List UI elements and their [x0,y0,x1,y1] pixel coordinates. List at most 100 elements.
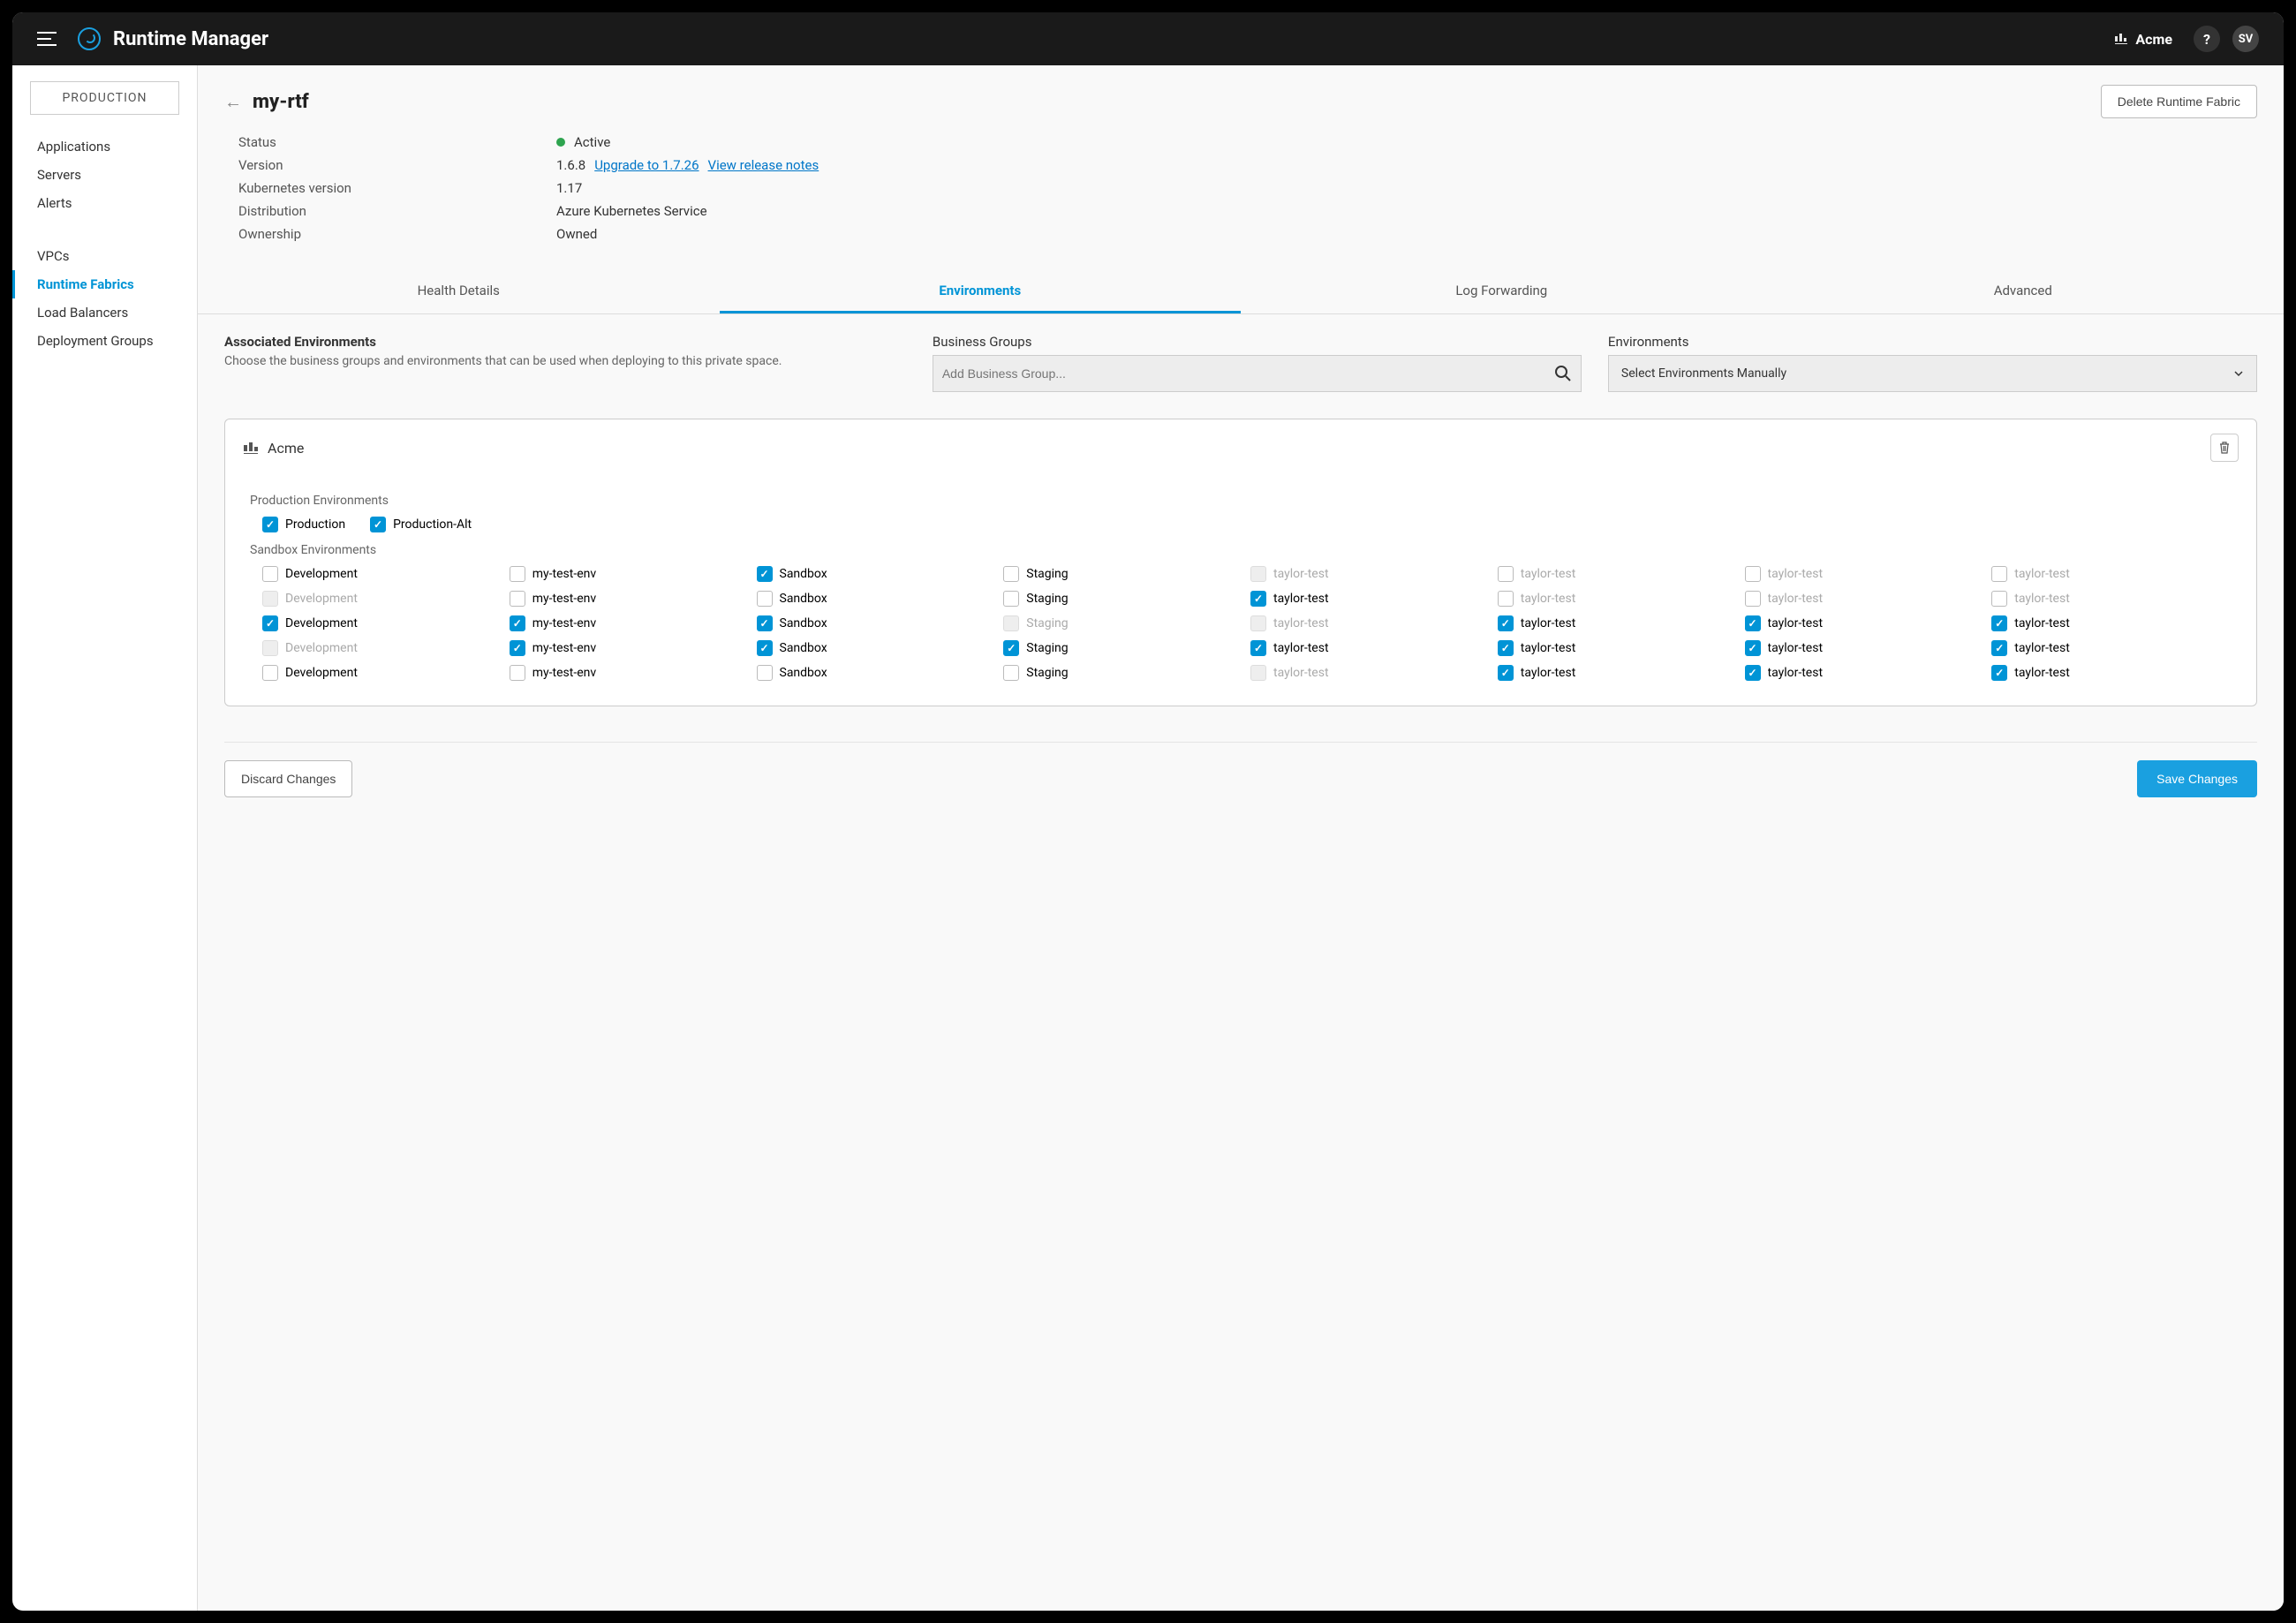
discard-changes-button[interactable]: Discard Changes [224,760,352,797]
tab-environments[interactable]: Environments [720,270,1242,313]
env-label: taylor-test [1521,666,1576,680]
env-checkbox[interactable]: taylor-test [1498,591,1738,607]
checkbox-icon[interactable] [757,566,773,582]
env-checkbox[interactable]: taylor-test [1745,615,1985,631]
sidebar-item-runtime-fabrics[interactable]: Runtime Fabrics [12,270,197,298]
env-checkbox[interactable]: Sandbox [757,566,997,582]
checkbox-icon[interactable] [1250,640,1266,656]
checkbox-icon[interactable] [262,517,278,532]
env-checkbox[interactable]: Development [262,615,502,631]
checkbox-icon[interactable] [262,615,278,631]
env-checkbox[interactable]: my-test-env [510,640,750,656]
checkbox-icon[interactable] [262,566,278,582]
user-avatar[interactable]: SV [2232,26,2259,52]
delete-runtime-fabric-button[interactable]: Delete Runtime Fabric [2101,85,2257,118]
env-checkbox[interactable]: Development [262,665,502,681]
env-checkbox[interactable]: Development [262,566,502,582]
env-checkbox[interactable]: taylor-test [1745,640,1985,656]
checkbox-icon[interactable] [1745,665,1761,681]
env-checkbox[interactable]: taylor-test [1745,591,1985,607]
env-checkbox[interactable]: taylor-test [1498,615,1738,631]
checkbox-icon[interactable] [1498,665,1514,681]
checkbox-icon[interactable] [510,640,525,656]
checkbox-icon[interactable] [1003,566,1019,582]
env-checkbox[interactable]: taylor-test [1745,566,1985,582]
delete-business-group-button[interactable] [2210,434,2239,462]
checkbox-icon[interactable] [757,640,773,656]
tab-advanced[interactable]: Advanced [1763,270,2285,313]
business-group-search[interactable] [933,355,1582,392]
env-checkbox[interactable]: taylor-test [1498,566,1738,582]
environment-chip[interactable]: PRODUCTION [30,81,179,115]
org-switcher[interactable]: Acme [2114,31,2172,48]
checkbox-icon[interactable] [370,517,386,532]
environments-select[interactable]: Select Environments Manually [1608,355,2257,392]
env-checkbox[interactable]: taylor-test [1250,591,1491,607]
env-checkbox[interactable]: Staging [1003,665,1243,681]
business-group-input[interactable] [942,366,1554,381]
sidebar-item-alerts[interactable]: Alerts [12,189,197,217]
checkbox-icon[interactable] [1991,665,2007,681]
env-checkbox[interactable]: taylor-test [1991,640,2232,656]
checkbox-icon[interactable] [757,665,773,681]
checkbox-icon[interactable] [1003,591,1019,607]
checkbox-icon[interactable] [510,591,525,607]
menu-icon[interactable] [37,26,62,51]
checkbox-icon[interactable] [1745,640,1761,656]
checkbox-icon[interactable] [1498,566,1514,582]
checkbox-icon[interactable] [1991,591,2007,607]
tab-log-forwarding[interactable]: Log Forwarding [1241,270,1763,313]
env-checkbox[interactable]: Staging [1003,640,1243,656]
checkbox-icon[interactable] [510,566,525,582]
checkbox-icon[interactable] [1991,566,2007,582]
env-checkbox[interactable]: my-test-env [510,615,750,631]
env-checkbox[interactable]: taylor-test [1991,591,2232,607]
checkbox-icon[interactable] [1498,591,1514,607]
checkbox-icon[interactable] [1745,591,1761,607]
checkbox-icon[interactable] [1498,615,1514,631]
env-checkbox[interactable]: Staging [1003,591,1243,607]
env-checkbox[interactable]: Staging [1003,566,1243,582]
env-checkbox[interactable]: taylor-test [1498,640,1738,656]
sidebar-item-load-balancers[interactable]: Load Balancers [12,298,197,327]
checkbox-icon[interactable] [262,665,278,681]
upgrade-link[interactable]: Upgrade to 1.7.26 [594,157,699,173]
sidebar-item-deployment-groups[interactable]: Deployment Groups [12,327,197,355]
env-checkbox[interactable]: taylor-test [1991,566,2232,582]
sidebar-item-vpcs[interactable]: VPCs [12,242,197,270]
checkbox-icon[interactable] [757,615,773,631]
save-changes-button[interactable]: Save Changes [2137,760,2257,797]
checkbox-icon[interactable] [1250,591,1266,607]
sidebar-item-servers[interactable]: Servers [12,161,197,189]
checkbox-icon[interactable] [1745,566,1761,582]
env-checkbox[interactable]: my-test-env [510,566,750,582]
env-label: taylor-test [1521,616,1576,630]
checkbox-icon[interactable] [757,591,773,607]
help-button[interactable]: ? [2194,26,2220,52]
env-checkbox[interactable]: Sandbox [757,640,997,656]
env-checkbox[interactable]: Sandbox [757,591,997,607]
env-checkbox[interactable]: taylor-test [1991,665,2232,681]
checkbox-icon[interactable] [510,665,525,681]
env-checkbox[interactable]: my-test-env [510,665,750,681]
env-checkbox[interactable]: taylor-test [1991,615,2232,631]
checkbox-icon[interactable] [1745,615,1761,631]
checkbox-icon[interactable] [1003,665,1019,681]
checkbox-icon[interactable] [1991,640,2007,656]
checkbox-icon[interactable] [1991,615,2007,631]
env-checkbox[interactable]: Sandbox [757,615,997,631]
sidebar-item-applications[interactable]: Applications [12,132,197,161]
back-arrow-icon[interactable]: ← [224,91,242,113]
env-checkbox[interactable]: taylor-test [1745,665,1985,681]
env-checkbox[interactable]: Production [262,517,345,532]
env-checkbox[interactable]: Sandbox [757,665,997,681]
checkbox-icon[interactable] [1003,640,1019,656]
env-checkbox[interactable]: my-test-env [510,591,750,607]
env-checkbox[interactable]: taylor-test [1498,665,1738,681]
checkbox-icon[interactable] [510,615,525,631]
tab-health-details[interactable]: Health Details [198,270,720,313]
env-checkbox[interactable]: Production-Alt [370,517,472,532]
release-notes-link[interactable]: View release notes [708,157,819,173]
checkbox-icon[interactable] [1498,640,1514,656]
env-checkbox[interactable]: taylor-test [1250,640,1491,656]
